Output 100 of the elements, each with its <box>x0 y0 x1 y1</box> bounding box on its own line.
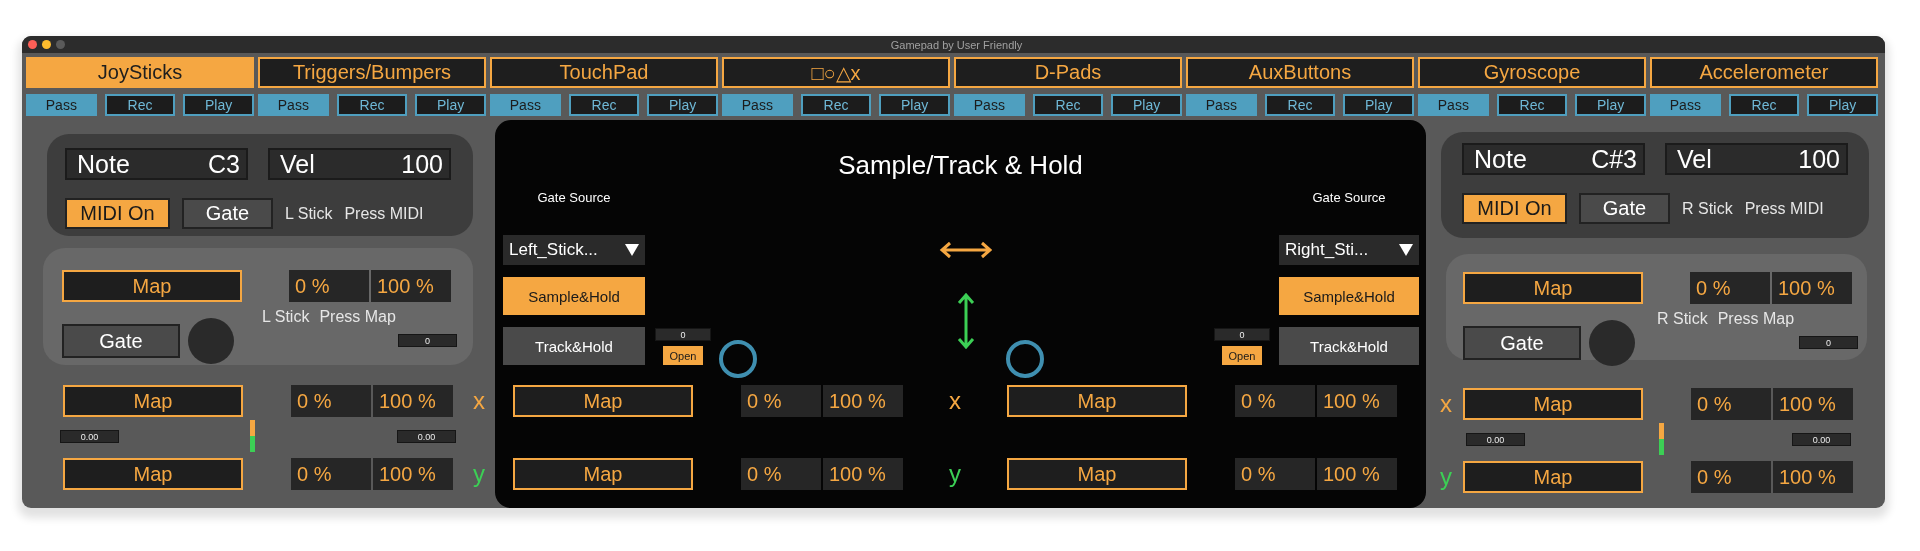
map-button[interactable]: Map <box>513 458 693 490</box>
tab[interactable]: JoySticks <box>26 57 254 88</box>
max-field[interactable]: 100 % <box>1772 272 1852 304</box>
gate-source-dropdown[interactable]: Left_Stick... <box>503 235 645 265</box>
mode-button[interactable]: Rec <box>1728 94 1800 116</box>
value-readout: 0.00 <box>1466 433 1525 446</box>
map-button[interactable]: Map <box>62 270 242 302</box>
mode-button[interactable]: Pass <box>1186 94 1257 116</box>
mode-button[interactable]: Pass <box>722 94 793 116</box>
tab[interactable]: TouchPad <box>490 57 718 88</box>
axis-label: y <box>1439 463 1453 491</box>
ring-indicator <box>1006 340 1044 378</box>
map-button[interactable]: Map <box>63 458 243 490</box>
mode-button[interactable]: Pass <box>258 94 329 116</box>
map-button[interactable]: Map <box>513 385 693 417</box>
mode-button[interactable]: Play <box>1343 94 1414 116</box>
max-field[interactable]: 100 % <box>373 385 453 417</box>
note-field[interactable]: Note C#3 <box>1462 143 1645 175</box>
min-field[interactable]: 0 % <box>741 458 821 490</box>
max-field[interactable]: 100 % <box>823 385 903 417</box>
track-hold-button[interactable]: Track&Hold <box>1279 327 1419 365</box>
max-field[interactable]: 100 % <box>373 458 453 490</box>
minimize-icon[interactable] <box>42 40 51 49</box>
mode-button[interactable]: Pass <box>490 94 561 116</box>
mode-button[interactable]: Pass <box>954 94 1025 116</box>
max-field[interactable]: 100 % <box>823 458 903 490</box>
map-button[interactable]: Map <box>1463 461 1643 493</box>
mode-button[interactable]: Rec <box>568 94 640 116</box>
map-button[interactable]: Map <box>1463 272 1643 304</box>
min-field[interactable]: 0 % <box>1691 388 1771 420</box>
mode-button[interactable]: Play <box>1111 94 1182 116</box>
gate-source-label: Gate Source <box>536 190 612 206</box>
value-readout: 0.00 <box>60 430 119 443</box>
open-button[interactable]: Open <box>663 346 703 365</box>
min-field[interactable]: 0 % <box>1690 272 1770 304</box>
min-field[interactable]: 0 % <box>1235 385 1315 417</box>
max-field[interactable]: 100 % <box>1773 388 1853 420</box>
mode-button[interactable]: Rec <box>1496 94 1568 116</box>
min-field[interactable]: 0 % <box>1235 458 1315 490</box>
axis-label: y <box>472 460 486 488</box>
mode-button[interactable]: Play <box>415 94 486 116</box>
field-value: C#3 <box>1591 144 1637 174</box>
min-field[interactable]: 0 % <box>291 458 371 490</box>
midi-button[interactable]: MIDI On <box>1462 193 1567 224</box>
mode-button[interactable]: Play <box>879 94 950 116</box>
value-readout: 0 <box>1214 328 1270 341</box>
horizontal-arrow-icon <box>938 240 994 260</box>
gate-button[interactable]: Gate <box>62 324 180 358</box>
tab[interactable]: AuxButtons <box>1186 57 1414 88</box>
min-field[interactable]: 0 % <box>1691 461 1771 493</box>
max-field[interactable]: 100 % <box>1317 385 1397 417</box>
stick-label: R Stick <box>1682 199 1733 218</box>
mode-button[interactable]: Rec <box>336 94 408 116</box>
close-icon[interactable] <box>28 40 37 49</box>
mode-button[interactable]: Play <box>647 94 718 116</box>
value-readout: 0.00 <box>1792 433 1851 446</box>
mode-button[interactable]: Pass <box>1650 94 1721 116</box>
map-button[interactable]: Map <box>1007 385 1187 417</box>
axis-label: x <box>472 387 486 415</box>
gate-button[interactable]: Gate <box>182 198 273 229</box>
gate-source-dropdown[interactable]: Right_Sti... <box>1279 235 1419 265</box>
tab[interactable]: Accelerometer <box>1650 57 1878 88</box>
value-readout: 0 <box>655 328 711 341</box>
map-button[interactable]: Map <box>1007 458 1187 490</box>
track-hold-button[interactable]: Track&Hold <box>503 327 645 365</box>
open-button[interactable]: Open <box>1222 346 1262 365</box>
map-button[interactable]: Map <box>1463 388 1643 420</box>
velocity-field[interactable]: Vel 100 <box>268 148 451 180</box>
tab[interactable]: □○△x <box>722 57 950 88</box>
sample-hold-button[interactable]: Sample&Hold <box>1279 277 1419 315</box>
velocity-field[interactable]: Vel 100 <box>1665 143 1848 175</box>
tab[interactable]: Triggers/Bumpers <box>258 57 486 88</box>
gate-button[interactable]: Gate <box>1579 193 1670 224</box>
min-field[interactable]: 0 % <box>291 385 371 417</box>
mode-button[interactable]: Rec <box>1264 94 1336 116</box>
field-value: C3 <box>208 149 240 179</box>
map-button[interactable]: Map <box>63 385 243 417</box>
max-field[interactable]: 100 % <box>371 270 451 302</box>
mode-button[interactable]: Play <box>1807 94 1878 116</box>
mode-button[interactable]: Pass <box>1418 94 1489 116</box>
mode-button[interactable]: Play <box>1575 94 1646 116</box>
mode-button[interactable]: Rec <box>1032 94 1104 116</box>
max-field[interactable]: 100 % <box>1317 458 1397 490</box>
field-label: Vel <box>1677 144 1712 174</box>
tab[interactable]: Gyroscope <box>1418 57 1646 88</box>
note-field[interactable]: Note C3 <box>65 148 248 180</box>
axis-label: x <box>948 387 962 415</box>
section-title: Sample/Track & Hold <box>837 150 1084 180</box>
mode-button[interactable]: Play <box>183 94 254 116</box>
tab[interactable]: D-Pads <box>954 57 1182 88</box>
midi-button[interactable]: MIDI On <box>65 198 170 229</box>
mode-button[interactable]: Rec <box>104 94 176 116</box>
max-field[interactable]: 100 % <box>1773 461 1853 493</box>
mode-button[interactable]: Rec <box>800 94 872 116</box>
sample-hold-button[interactable]: Sample&Hold <box>503 277 645 315</box>
min-field[interactable]: 0 % <box>289 270 369 302</box>
gate-source-label: Gate Source <box>1311 190 1387 206</box>
gate-button[interactable]: Gate <box>1463 326 1581 360</box>
mode-button[interactable]: Pass <box>26 94 97 116</box>
min-field[interactable]: 0 % <box>741 385 821 417</box>
